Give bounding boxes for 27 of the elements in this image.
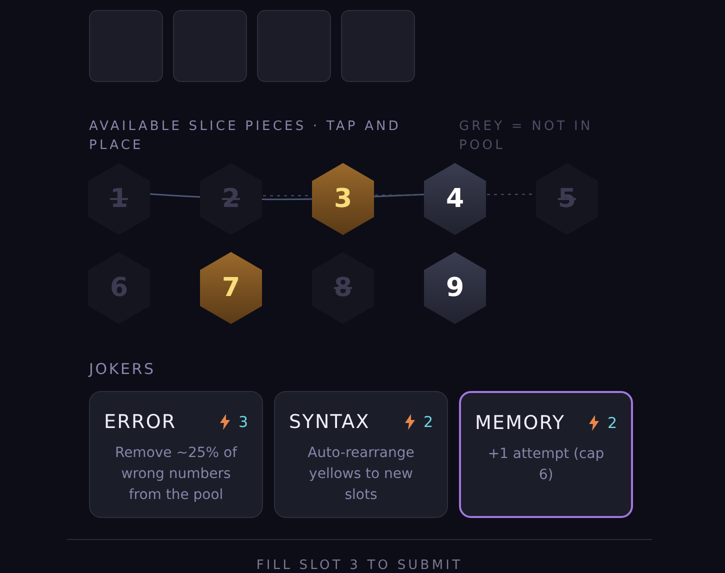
section-title: JOKERS bbox=[87, 359, 156, 380]
empty-slot[interactable] bbox=[173, 10, 247, 82]
empty-slot[interactable] bbox=[257, 10, 331, 82]
joker-name: MEMORY bbox=[475, 411, 566, 436]
joker-description: Auto-rearrange yellows to new slots bbox=[306, 444, 416, 504]
number-piece[interactable]: 4 bbox=[424, 163, 486, 235]
joker-name: SYNTAX bbox=[289, 410, 371, 435]
number-piece[interactable]: 9 bbox=[424, 252, 486, 324]
legend-hint: GREY = NOT IN POOL bbox=[459, 118, 594, 155]
lightning-icon bbox=[405, 414, 416, 430]
lightning-icon bbox=[589, 415, 600, 432]
empty-slot[interactable] bbox=[341, 10, 415, 82]
number-piece[interactable]: 7 bbox=[200, 252, 262, 324]
joker-cost: 2 bbox=[423, 412, 433, 433]
joker-description: Remove ~25% of wrong numbers from the pool bbox=[114, 444, 238, 504]
joker-card[interactable]: SYNTAX 2 Auto-rearrange yellows to new slots bbox=[274, 391, 448, 518]
joker-name: ERROR bbox=[104, 410, 178, 435]
number-piece[interactable]: 3 bbox=[312, 163, 374, 235]
joker-description: +1 attempt (cap 6) bbox=[486, 444, 606, 484]
joker-card[interactable]: MEMORY 2 +1 attempt (cap 6) bbox=[459, 391, 633, 518]
joker-cost: 2 bbox=[607, 413, 617, 434]
joker-cost: 3 bbox=[238, 412, 248, 433]
lightning-icon bbox=[220, 414, 230, 430]
status-message: FILL SLOT 3 TO SUBMIT bbox=[256, 557, 463, 573]
joker-card[interactable]: ERROR 3 Remove ~25% of wrong numbers from the pool bbox=[89, 391, 263, 518]
section-title: AVAILABLE SLICE PIECES · TAP AND PLACE bbox=[89, 118, 402, 155]
empty-slot[interactable] bbox=[89, 10, 163, 82]
